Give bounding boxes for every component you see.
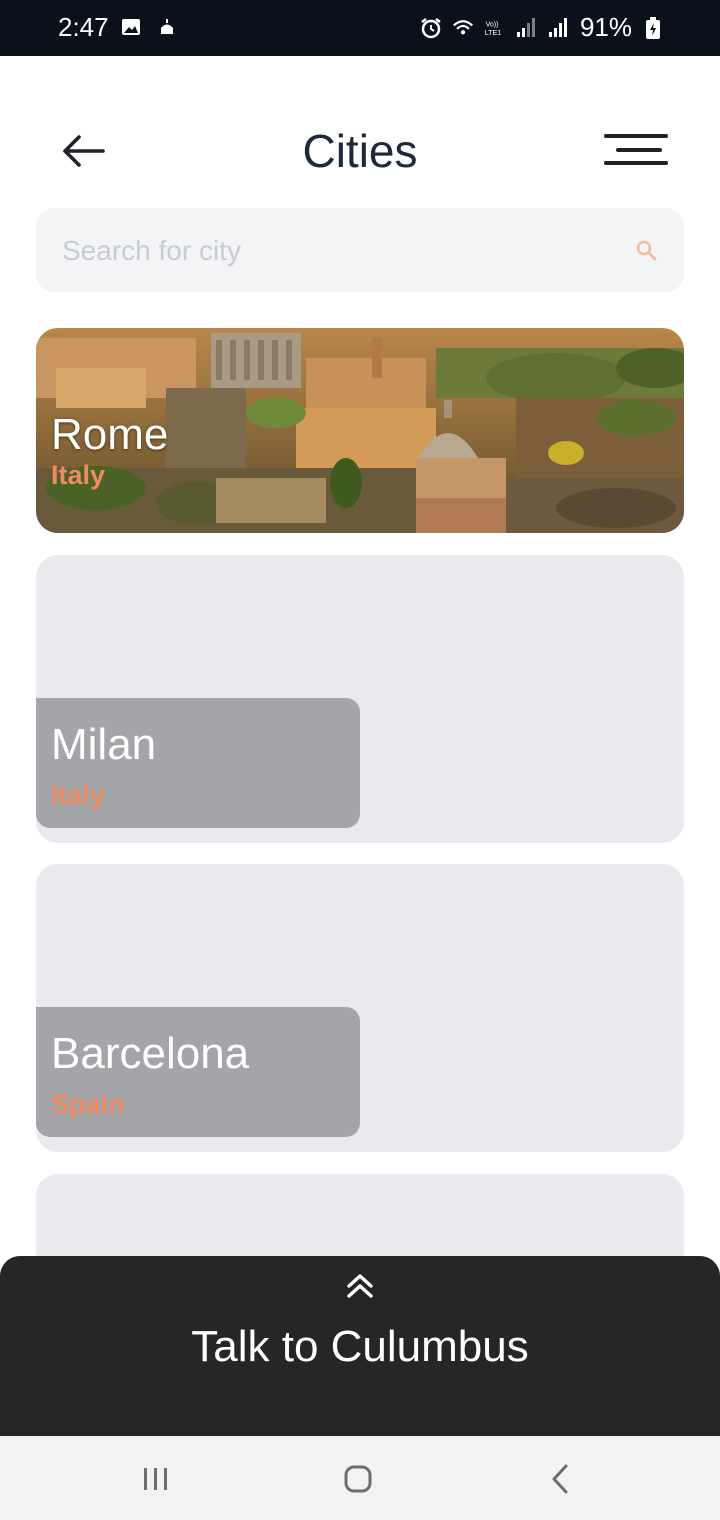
city-name: Rome — [51, 410, 169, 459]
city-card-milan[interactable]: Milan Italy — [36, 555, 684, 843]
city-country: Italy — [51, 780, 106, 810]
status-bar: 2:47 Vo)) LTE1 91% — [0, 0, 720, 56]
svg-text:Vo)): Vo)) — [486, 21, 499, 28]
search-input[interactable] — [60, 208, 624, 294]
city-country: Italy — [51, 460, 106, 490]
talk-to-columbus-sheet[interactable]: Talk to Culumbus — [0, 1256, 720, 1436]
city-name: Barcelona — [51, 1029, 250, 1078]
recent-apps-button[interactable] — [136, 1462, 176, 1496]
city-label-panel: Milan Italy — [36, 698, 360, 828]
alarm-icon — [420, 17, 442, 39]
double-chevron-up-icon[interactable] — [345, 1272, 375, 1300]
rome-label: Rome Italy — [51, 410, 168, 491]
battery-charging-icon — [642, 16, 664, 39]
back-icon — [552, 1464, 568, 1494]
volte-icon: Vo)) LTE1 — [484, 17, 506, 39]
city-country: Spain — [51, 1089, 125, 1119]
status-right: Vo)) LTE1 91% — [420, 12, 664, 43]
city-card-barcelona[interactable]: Barcelona Spain — [36, 864, 684, 1152]
city-card-rome[interactable]: Rome Italy — [36, 328, 684, 533]
menu-icon — [604, 134, 668, 165]
home-button[interactable] — [338, 1462, 378, 1496]
status-left-icons — [120, 16, 178, 38]
search-box — [36, 208, 684, 294]
battery-percent: 91% — [579, 12, 632, 42]
svg-text:LTE1: LTE1 — [485, 30, 501, 37]
home-icon — [344, 1465, 372, 1493]
image-icon — [120, 16, 142, 38]
wifi-icon — [452, 17, 474, 39]
status-time: 2:47 — [58, 12, 109, 42]
menu-button[interactable] — [602, 132, 670, 168]
city-name: Milan — [51, 720, 157, 769]
mosque-icon — [156, 16, 178, 38]
signal-icon — [516, 17, 538, 39]
recent-apps-icon — [144, 1468, 167, 1490]
header: Cities — [0, 110, 720, 194]
city-label-panel: Barcelona Spain — [36, 1007, 360, 1137]
signal-icon — [548, 17, 570, 39]
talk-label: Talk to Culumbus — [191, 1322, 529, 1371]
search-icon[interactable] — [634, 238, 658, 262]
system-back-button[interactable] — [540, 1462, 580, 1496]
system-nav-bar — [0, 1436, 720, 1520]
